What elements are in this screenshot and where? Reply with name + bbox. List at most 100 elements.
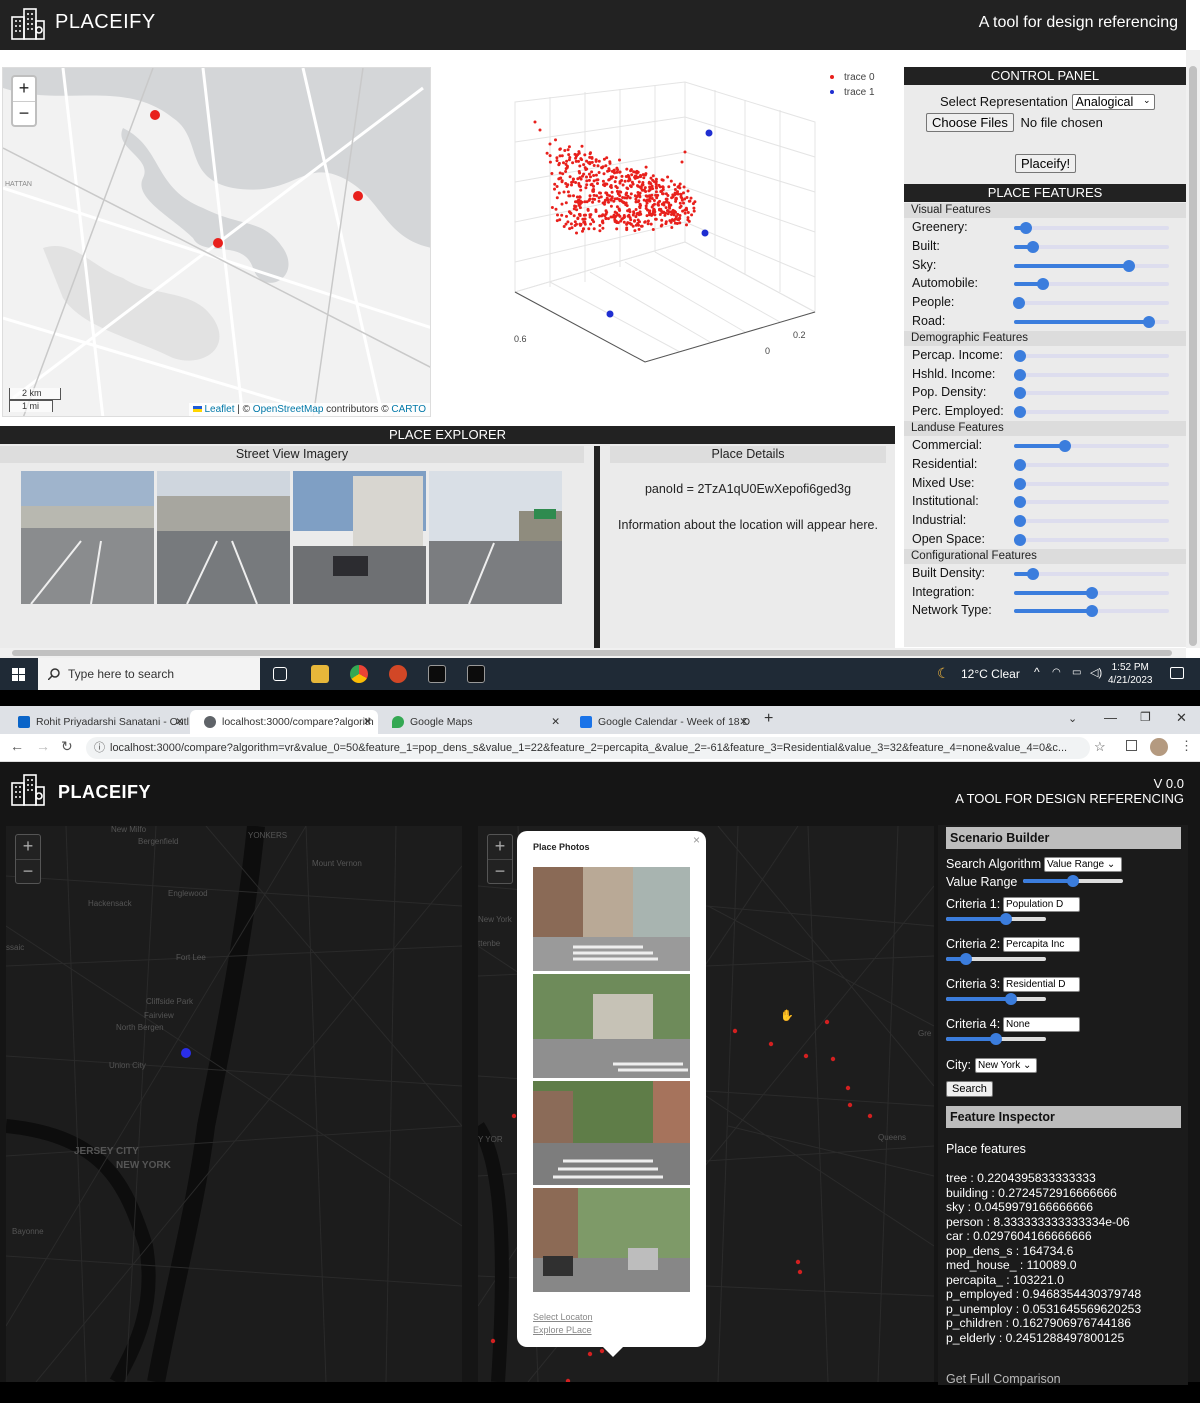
browser-tab[interactable]: Google Calendar - Week of 18 D ✕ [566, 710, 754, 734]
trace-0-point[interactable] [581, 217, 585, 221]
trace-0-point[interactable] [674, 192, 678, 196]
trace-0-point[interactable] [600, 166, 604, 170]
trace-0-point[interactable] [583, 222, 587, 226]
trace-0-point[interactable] [589, 175, 592, 179]
powerpoint-icon[interactable] [389, 665, 407, 683]
trace-0-point[interactable] [578, 184, 582, 188]
search-algorithm-select[interactable]: Value Range ⌄ [1044, 857, 1122, 872]
trace-0-point[interactable] [608, 194, 612, 198]
reload-icon[interactable]: ↻ [61, 738, 73, 755]
trace-0-point[interactable] [564, 170, 568, 173]
trace-0-point[interactable] [682, 191, 685, 195]
trace-0-point[interactable] [633, 229, 637, 233]
address-bar[interactable]: ⓘ localhost:3000/compare?algorithm=vr&val… [86, 737, 1090, 759]
criteria-slider[interactable] [946, 953, 1046, 965]
criteria-select[interactable]: None [1003, 1017, 1080, 1032]
street-view-image[interactable] [293, 471, 426, 604]
trace-0-point[interactable] [657, 203, 660, 207]
trace-0-point[interactable] [569, 222, 573, 226]
trace-0-point[interactable] [641, 183, 645, 187]
feature-slider[interactable] [1014, 349, 1169, 362]
weather-text[interactable]: 12°C Clear [961, 667, 1020, 681]
trace-0-point[interactable] [603, 198, 607, 202]
trace-0-point[interactable] [571, 180, 575, 184]
trace-0-point[interactable] [592, 193, 596, 197]
criteria-select[interactable]: Population D [1003, 897, 1080, 912]
restore-icon[interactable]: ❐ [1140, 710, 1151, 724]
feature-slider[interactable] [1014, 278, 1169, 291]
trace-0-point[interactable] [636, 218, 640, 222]
zoom-in-button[interactable]: + [16, 835, 40, 859]
trace-0-point[interactable] [625, 228, 629, 232]
trace-0-point[interactable] [604, 191, 608, 195]
trace-0-point[interactable] [639, 175, 643, 179]
trace-0-point[interactable] [625, 222, 629, 226]
slider-handle[interactable] [1037, 278, 1050, 291]
criteria-slider[interactable] [946, 1033, 1046, 1045]
trace-0-point[interactable] [579, 222, 583, 226]
trace-0-point[interactable] [564, 222, 568, 226]
trace-0-point[interactable] [558, 177, 562, 180]
trace-0-point[interactable] [682, 185, 686, 189]
trace-0-point[interactable] [686, 189, 690, 193]
trace-1-point[interactable] [705, 129, 713, 137]
trace-0-point[interactable] [631, 224, 635, 228]
trace-0-point[interactable] [607, 178, 611, 182]
trace-0-point[interactable] [601, 226, 605, 230]
trace-0-point[interactable] [560, 179, 564, 183]
trace-0-point[interactable] [654, 177, 658, 181]
trace-0-point[interactable] [597, 171, 601, 174]
trace-0-point[interactable] [659, 190, 663, 193]
trace-0-point[interactable] [636, 193, 640, 197]
map-marker[interactable] [150, 110, 160, 120]
trace-0-point[interactable] [621, 183, 625, 187]
trace-0-point[interactable] [562, 225, 566, 228]
trace-0-point[interactable] [594, 158, 598, 162]
trace-0-point[interactable] [597, 159, 601, 163]
trace-0-point[interactable] [562, 161, 565, 165]
trace-0-point[interactable] [594, 173, 598, 177]
trace-0-point[interactable] [690, 213, 694, 217]
trace-0-point[interactable] [624, 201, 628, 205]
slider-handle[interactable] [1142, 315, 1155, 328]
trace-0-point[interactable] [654, 185, 658, 189]
trace-0-point[interactable] [592, 179, 596, 183]
slider-handle[interactable] [1026, 567, 1039, 580]
slider-handle[interactable] [960, 953, 972, 965]
trace-0-point[interactable] [606, 217, 610, 221]
trace-0-point[interactable] [666, 209, 670, 213]
trace-0-point[interactable] [639, 186, 643, 190]
trace-0-point[interactable] [664, 197, 668, 201]
trace-0-point[interactable] [601, 179, 605, 183]
placeify-button[interactable]: Placeify! [1015, 154, 1077, 173]
trace-0-point[interactable] [609, 215, 613, 219]
feature-slider[interactable] [1012, 297, 1169, 310]
trace-0-point[interactable] [602, 172, 606, 176]
trace-0-point[interactable] [567, 153, 571, 157]
menu-kebab-icon[interactable]: ⋮ [1180, 738, 1193, 754]
trace-0-point[interactable] [617, 213, 621, 217]
trace-0-point[interactable] [601, 213, 605, 217]
trace-0-point[interactable] [548, 142, 552, 146]
trace-0-point[interactable] [585, 183, 589, 187]
trace-0-point[interactable] [572, 214, 576, 218]
trace-0-point[interactable] [654, 190, 658, 194]
trace-0-point[interactable] [558, 147, 562, 151]
trace-0-point[interactable] [642, 176, 646, 180]
legend-item-trace-0[interactable]: trace 0 [830, 72, 875, 87]
trace-1-point[interactable] [606, 310, 614, 318]
trace-0-point[interactable] [685, 223, 688, 227]
task-view-icon[interactable] [273, 667, 287, 681]
trace-0-point[interactable] [610, 196, 614, 200]
criteria-select[interactable]: Percapita Inc [1003, 937, 1080, 952]
trace-0-point[interactable] [588, 155, 592, 159]
trace-0-point[interactable] [589, 222, 593, 226]
trace-0-point[interactable] [651, 174, 655, 178]
trace-0-point[interactable] [578, 195, 582, 199]
trace-0-point[interactable] [687, 199, 691, 203]
trace-0-point[interactable] [682, 201, 685, 205]
trace-0-point[interactable] [660, 218, 664, 222]
trace-0-point[interactable] [669, 179, 673, 183]
trace-0-point[interactable] [565, 159, 569, 163]
trace-0-point[interactable] [553, 187, 556, 191]
